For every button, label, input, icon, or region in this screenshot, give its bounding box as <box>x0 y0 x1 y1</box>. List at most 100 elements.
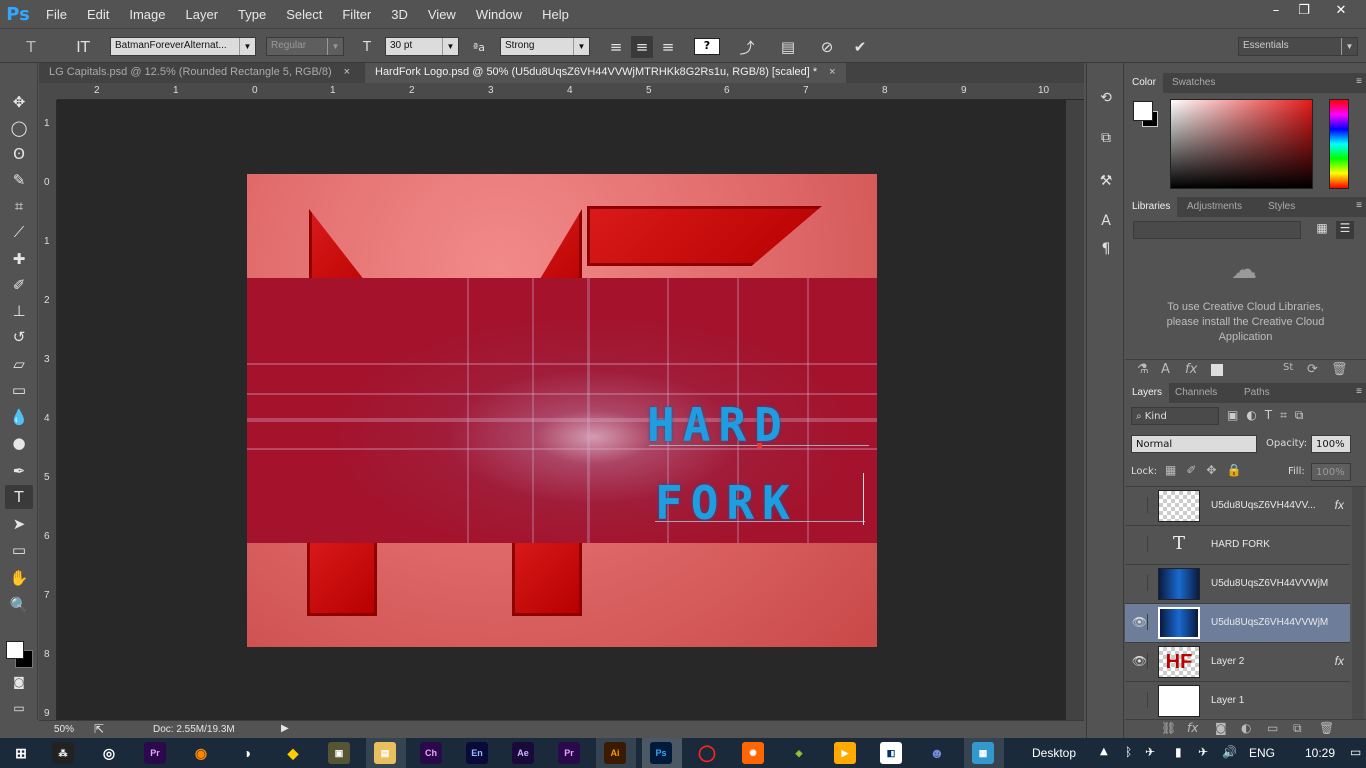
delete-layer-icon[interactable]: 🗑 <box>1319 721 1334 735</box>
add-color-icon[interactable] <box>1211 364 1223 376</box>
add-character-style-icon[interactable]: A <box>1161 362 1170 377</box>
tab-channels[interactable]: Channels <box>1168 383 1224 403</box>
layer-row[interactable]: U5du8UqsZ6VH44VV... fx <box>1125 487 1350 526</box>
foreground-color-swatch[interactable] <box>1133 101 1153 121</box>
desktop-toolbar-label[interactable]: Desktop <box>1032 746 1076 760</box>
marquee-tool-icon[interactable]: ◯ <box>5 116 33 140</box>
layer-row[interactable]: U5du8UqsZ6VH44VVWjM... <box>1125 565 1350 604</box>
media-player-icon[interactable]: ▶ <box>834 742 856 764</box>
new-group-icon[interactable]: ▭ <box>1267 721 1278 735</box>
tab-hardfork-logo[interactable]: HardFork Logo.psd @ 50% (U5du8UqsZ6VH44V… <box>365 63 846 83</box>
visibility-toggle[interactable] <box>1132 497 1148 513</box>
after-effects-icon[interactable]: Ae <box>512 742 534 764</box>
link-layers-icon[interactable]: ⛓ <box>1161 721 1176 735</box>
add-layer-style-icon[interactable]: fx <box>1185 362 1197 377</box>
app-icon[interactable]: ◎ <box>98 742 120 764</box>
encoder-icon[interactable]: En <box>466 742 488 764</box>
input-language[interactable]: ENG <box>1249 746 1275 760</box>
pen-tool-icon[interactable]: ✒ <box>5 459 33 483</box>
clone-stamp-tool-icon[interactable]: ⊥ <box>5 299 33 323</box>
warp-text-icon[interactable]: ⤴ <box>736 36 758 58</box>
tab-libraries[interactable]: Libraries <box>1125 197 1178 217</box>
character-icon[interactable]: A <box>1095 210 1117 232</box>
illustrator-icon[interactable]: Ai <box>604 742 626 764</box>
app-icon[interactable]: ▣ <box>328 742 350 764</box>
align-center-icon[interactable]: ≡ <box>631 36 653 58</box>
premiere-icon[interactable]: Pr <box>558 742 580 764</box>
align-right-icon[interactable]: ≡ <box>657 36 679 58</box>
minimize-button[interactable]: – <box>1262 0 1290 20</box>
align-left-icon[interactable]: ≡ <box>605 36 627 58</box>
workspace-select[interactable]: Essentials ▼ <box>1238 37 1358 56</box>
brush-tool-icon[interactable]: ✐ <box>5 273 33 297</box>
file-explorer-icon[interactable]: ▤ <box>374 742 396 764</box>
vertical-scrollbar[interactable] <box>1066 100 1084 720</box>
bluetooth-icon[interactable]: ᛒ <box>1125 745 1132 759</box>
menu-edit[interactable]: Edit <box>77 7 119 22</box>
layer-row[interactable]: Layer 1 <box>1125 682 1350 719</box>
tab-swatches[interactable]: Swatches <box>1165 73 1222 93</box>
text-color-swatch[interactable]: ? <box>694 38 720 55</box>
dodge-tool-icon[interactable]: ● <box>5 431 33 455</box>
logo-text-hard[interactable]: HARD <box>647 398 790 452</box>
menu-filter[interactable]: Filter <box>332 7 381 22</box>
lock-icons[interactable]: ▦✐✥🔒 <box>1165 463 1251 477</box>
lasso-tool-icon[interactable]: ʘ <box>5 142 33 166</box>
visibility-toggle[interactable] <box>1132 575 1148 591</box>
opera-icon[interactable]: ◯ <box>696 742 718 764</box>
eraser-tool-icon[interactable]: ▱ <box>5 352 33 376</box>
menu-view[interactable]: View <box>418 7 466 22</box>
history-icon[interactable]: ⟲ <box>1095 87 1117 109</box>
font-style-select[interactable]: Regular ▼ <box>266 37 344 56</box>
paragraph-icon[interactable]: ¶ <box>1095 238 1117 260</box>
zoom-tool-icon[interactable]: 🔍 <box>5 593 33 617</box>
battery-icon[interactable]: ▮ <box>1175 745 1182 759</box>
layer-row[interactable]: 👁 HF Layer 2 fx <box>1125 643 1350 682</box>
layer-row[interactable]: 👁 U5du8UqsZ6VH44VVWjM... <box>1125 604 1350 643</box>
document-canvas[interactable]: HARD FORK <box>247 174 877 647</box>
character-animator-icon[interactable]: Ch <box>420 742 442 764</box>
tab-color[interactable]: Color <box>1125 73 1163 93</box>
eye-icon[interactable]: 👁 <box>1132 653 1148 669</box>
sync-icon[interactable]: ⟳ <box>1307 362 1318 377</box>
type-tool-preset-icon[interactable]: T <box>20 36 42 58</box>
status-menu-arrow-icon[interactable]: ▶ <box>281 723 289 734</box>
quick-mask-icon[interactable]: ◙ <box>5 670 33 694</box>
layer-filter-select[interactable]: ⌕ Kind <box>1131 407 1219 425</box>
show-hidden-icons-icon[interactable]: ▲ <box>1100 746 1108 757</box>
menu-file[interactable]: File <box>36 7 77 22</box>
eyedropper-tool-icon[interactable]: ⟋ <box>5 220 33 244</box>
notifications-icon[interactable]: ▭ <box>1350 745 1361 759</box>
close-window-button[interactable]: ✕ <box>1318 0 1364 20</box>
antialias-select[interactable]: Strong ▼ <box>500 37 590 56</box>
type-tool-icon[interactable]: T <box>5 485 33 509</box>
trash-icon[interactable]: 🗑 <box>1331 362 1348 377</box>
font-size-select[interactable]: 30 pt ▼ <box>385 37 459 56</box>
layer-filter-icons[interactable]: ▣◐T⌗⧉ <box>1227 408 1337 424</box>
library-select[interactable] <box>1133 221 1301 239</box>
airplane-mode-icon[interactable]: ✈ <box>1198 745 1208 759</box>
app-icon[interactable]: ✺ <box>742 742 764 764</box>
app-icon[interactable]: ◧ <box>880 742 902 764</box>
menu-3d[interactable]: 3D <box>381 7 418 22</box>
font-family-select[interactable]: BatmanForeverAlternat... ▼ <box>110 37 256 56</box>
panel-menu-icon[interactable]: ≡ <box>1356 76 1362 87</box>
restore-button[interactable]: ❐ <box>1290 0 1318 20</box>
tab-paths[interactable]: Paths <box>1237 383 1277 403</box>
adjustment-layer-icon[interactable]: ◐ <box>1241 721 1251 735</box>
photoshop-icon[interactable]: Ps <box>650 742 672 764</box>
add-graphic-icon[interactable]: ⚗ <box>1137 362 1149 377</box>
blur-tool-icon[interactable]: 💧 <box>5 405 33 429</box>
premiere-icon[interactable]: Pr <box>144 742 166 764</box>
screen-mode-icon[interactable]: ▭ <box>5 696 33 720</box>
cinema4d-icon[interactable]: ◑ <box>236 742 258 764</box>
visibility-toggle[interactable] <box>1132 692 1148 708</box>
menu-window[interactable]: Window <box>466 7 532 22</box>
layer-row[interactable]: T HARD FORK <box>1125 526 1350 565</box>
discord-icon[interactable]: ☻ <box>926 742 948 764</box>
canvas-area[interactable]: HARD FORK <box>57 100 1066 720</box>
character-panel-icon[interactable]: ▤ <box>777 36 799 58</box>
panel-menu-icon[interactable]: ≡ <box>1356 200 1362 211</box>
close-icon[interactable]: × <box>344 66 350 78</box>
foreground-color-swatch-front[interactable] <box>6 641 24 659</box>
